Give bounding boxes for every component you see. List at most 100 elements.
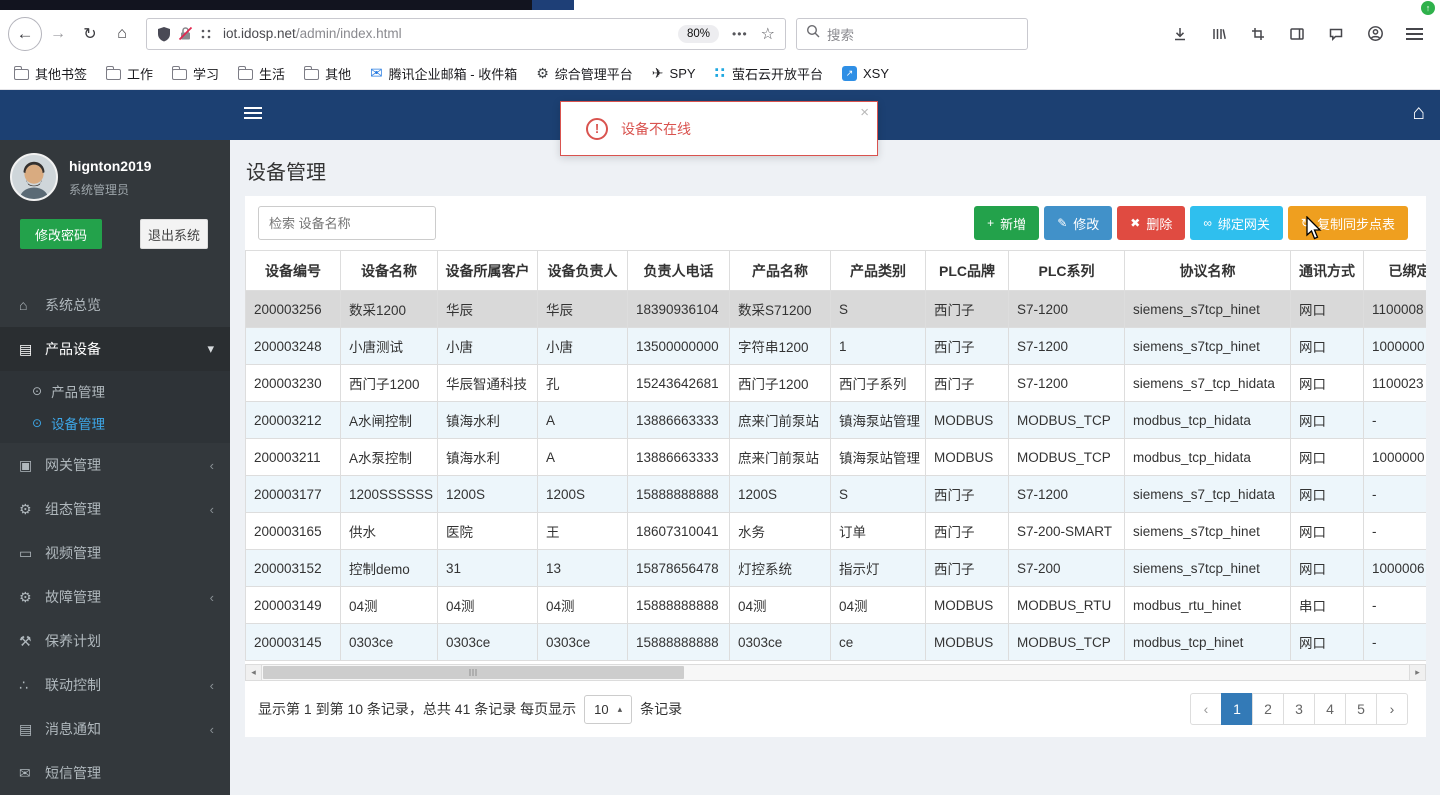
horizontal-scrollbar[interactable]: ◂ ▸: [245, 664, 1426, 681]
table-row[interactable]: 200003212 A水闸控制 镇海水利 A 13886663333 庶来门前泵站 镇海泵站…: [245, 401, 1426, 439]
insecure-lock-icon[interactable]: [178, 26, 193, 41]
sidebar-subitem-product-management[interactable]: ⊙ 产品管理: [0, 375, 230, 407]
menu-hamburger-icon[interactable]: [1400, 20, 1428, 48]
url-text[interactable]: iot.idosp.net/admin/index.html: [223, 26, 402, 41]
table-row[interactable]: 200003165 供水 医院王 18607310041 水务 订单 西门子 S7-200-S…: [245, 512, 1426, 550]
pencil-icon: ✎: [1057, 216, 1068, 230]
bookmark-item[interactable]: ↗ XSY: [842, 65, 889, 81]
column-header[interactable]: 负责人电话: [627, 250, 730, 291]
table-row[interactable]: 200003230 西门子1200 华辰智通科技孔 15243642681 西门子120…: [245, 364, 1426, 402]
table-row[interactable]: 200003152 控制demo 31 13 15878656478 灯控系统 指示灯 西门子…: [245, 549, 1426, 587]
column-header[interactable]: 协议名称: [1124, 250, 1291, 291]
column-header[interactable]: 设备编号: [245, 250, 341, 291]
change-password-button[interactable]: 修改密码: [20, 219, 102, 249]
bookmark-item[interactable]: 其他书签: [13, 64, 87, 83]
page-button-2[interactable]: 2: [1252, 693, 1284, 725]
shield-icon[interactable]: [157, 26, 171, 42]
page-actions-icon[interactable]: •••: [732, 27, 748, 41]
bookmark-star-icon[interactable]: ☆: [761, 24, 775, 44]
bookmark-item[interactable]: ✉ 腾讯企业邮箱 - 收件箱: [370, 64, 517, 83]
library-icon[interactable]: [1205, 20, 1233, 48]
bookmark-item[interactable]: 学习: [171, 64, 219, 83]
site-permissions-icon[interactable]: [200, 28, 212, 40]
chat-bubble-icon[interactable]: [1322, 20, 1350, 48]
url-bar[interactable]: iot.idosp.net/admin/index.html 80% ••• ☆: [146, 17, 786, 50]
bookmark-item[interactable]: ⚙ 综合管理平台: [536, 64, 633, 83]
table-row[interactable]: 200003149 04测 04测 04测 15888888888 04测 04测 MODBU…: [245, 586, 1426, 624]
next-page-button[interactable]: ›: [1376, 693, 1408, 725]
screenshot-crop-icon[interactable]: [1244, 20, 1272, 48]
prev-page-button[interactable]: ‹: [1190, 693, 1222, 725]
sidebar-item-linkage-control[interactable]: ∴ 联动控制 ‹: [0, 663, 230, 707]
delete-button[interactable]: ✖ 删除: [1117, 206, 1186, 240]
column-header[interactable]: PLC品牌: [925, 250, 1009, 291]
column-header[interactable]: 设备所属客户: [437, 250, 538, 291]
scrollbar-thumb[interactable]: [263, 666, 684, 679]
table-cell: 王: [537, 512, 628, 550]
sidebar-item-gateway-management[interactable]: ▣ 网关管理 ‹: [0, 443, 230, 487]
pagination-info-suffix: 条记录: [640, 701, 683, 717]
reload-button[interactable]: ↻: [74, 18, 106, 50]
column-header[interactable]: 产品名称: [729, 250, 831, 291]
sidebar-item-maintenance-plan[interactable]: ⚒ 保养计划: [0, 619, 230, 663]
sidebar-subitem-device-management[interactable]: ⊙ 设备管理: [0, 407, 230, 439]
browser-tab[interactable]: [0, 0, 532, 10]
logout-button[interactable]: 退出系统: [140, 219, 208, 249]
bind-gateway-button[interactable]: ∞ 绑定网关: [1190, 206, 1283, 240]
table-cell: 西门子系列: [830, 364, 926, 402]
column-header[interactable]: 设备名称: [340, 250, 438, 291]
table-cell: 13: [537, 549, 628, 587]
browser-search-bar[interactable]: 搜索: [796, 17, 1028, 50]
sidebar-item-system-overview[interactable]: ⌂ 系统总览: [0, 283, 230, 327]
scroll-left-icon[interactable]: ◂: [246, 665, 262, 680]
forward-button[interactable]: →: [42, 18, 74, 50]
table-row[interactable]: 200003256 数采1200 华辰 华辰 18390936104 数采S71200 S 西…: [245, 290, 1426, 328]
bookmark-item[interactable]: ✈ SPY: [652, 65, 696, 82]
bookmark-item[interactable]: 工作: [105, 64, 153, 83]
page-button-4[interactable]: 4: [1314, 693, 1346, 725]
app-home-icon[interactable]: ⌂: [1412, 101, 1425, 125]
column-header[interactable]: 通讯方式: [1290, 250, 1364, 291]
sidebar-item-scada-management[interactable]: ⚙ 组态管理 ‹: [0, 487, 230, 531]
column-header[interactable]: 设备负责人: [537, 250, 628, 291]
edit-button[interactable]: ✎ 修改: [1044, 206, 1113, 240]
column-header[interactable]: PLC系列: [1008, 250, 1125, 291]
browser-home-button[interactable]: ⌂: [106, 18, 138, 50]
back-button[interactable]: ←: [8, 16, 42, 51]
table-cell: 华辰: [437, 290, 538, 328]
bookmark-label: 萤石云开放平台: [731, 66, 823, 82]
column-header[interactable]: 产品类别: [830, 250, 926, 291]
table-row[interactable]: 200003145 0303ce 0303ce 0303ce 15888888888 03…: [245, 623, 1426, 661]
table-cell: 网口: [1290, 438, 1364, 476]
alert-close-icon[interactable]: ×: [860, 104, 869, 121]
scroll-right-icon[interactable]: ▸: [1409, 665, 1425, 680]
account-icon[interactable]: [1361, 20, 1389, 48]
table-row[interactable]: 200003211 A水泵控制 镇海水利 A 13886663333 庶来门前泵站 镇海泵站…: [245, 438, 1426, 476]
bookmark-item[interactable]: 其他: [303, 64, 351, 83]
sidebar-item-sms-management[interactable]: ✉ 短信管理: [0, 751, 230, 795]
folder-icon: [105, 65, 122, 80]
sidebar-item-message-notification[interactable]: ▤ 消息通知 ‹: [0, 707, 230, 751]
sidebar-item-fault-management[interactable]: ⚙ 故障管理 ‹: [0, 575, 230, 619]
button-label: 删除: [1146, 216, 1173, 232]
page-size-select[interactable]: 10 ▴: [584, 694, 633, 724]
page-button-5[interactable]: 5: [1345, 693, 1377, 725]
update-badge-icon[interactable]: ↑: [1421, 1, 1435, 15]
sidebar-toggle-icon[interactable]: [1283, 20, 1311, 48]
sidebar-item-product-device[interactable]: ▤ 产品设备 ▾: [0, 327, 230, 371]
sidebar-item-video-management[interactable]: ▭ 视频管理: [0, 531, 230, 575]
bookmark-item[interactable]: 生活: [237, 64, 285, 83]
zoom-indicator[interactable]: 80%: [678, 24, 720, 43]
table-row[interactable]: 200003177 1200SSSSSS 1200S 1200S 15888888888…: [245, 475, 1426, 513]
table-cell: MODBUS: [925, 586, 1009, 624]
download-icon[interactable]: [1166, 20, 1194, 48]
add-button[interactable]: + 新增: [974, 206, 1040, 240]
table-cell: 200003230: [245, 364, 341, 402]
table-row[interactable]: 200003248 小唐测试 小唐 小唐 13500000000 字符串1200 1 西门子 S…: [245, 327, 1426, 365]
page-button-3[interactable]: 3: [1283, 693, 1315, 725]
device-search-input[interactable]: [258, 206, 436, 240]
page-button-1[interactable]: 1: [1221, 693, 1253, 725]
column-header[interactable]: 已绑定网关: [1363, 250, 1426, 291]
bookmark-item[interactable]: ∷ 萤石云开放平台: [715, 64, 823, 83]
sidebar-collapse-icon[interactable]: [244, 107, 262, 119]
